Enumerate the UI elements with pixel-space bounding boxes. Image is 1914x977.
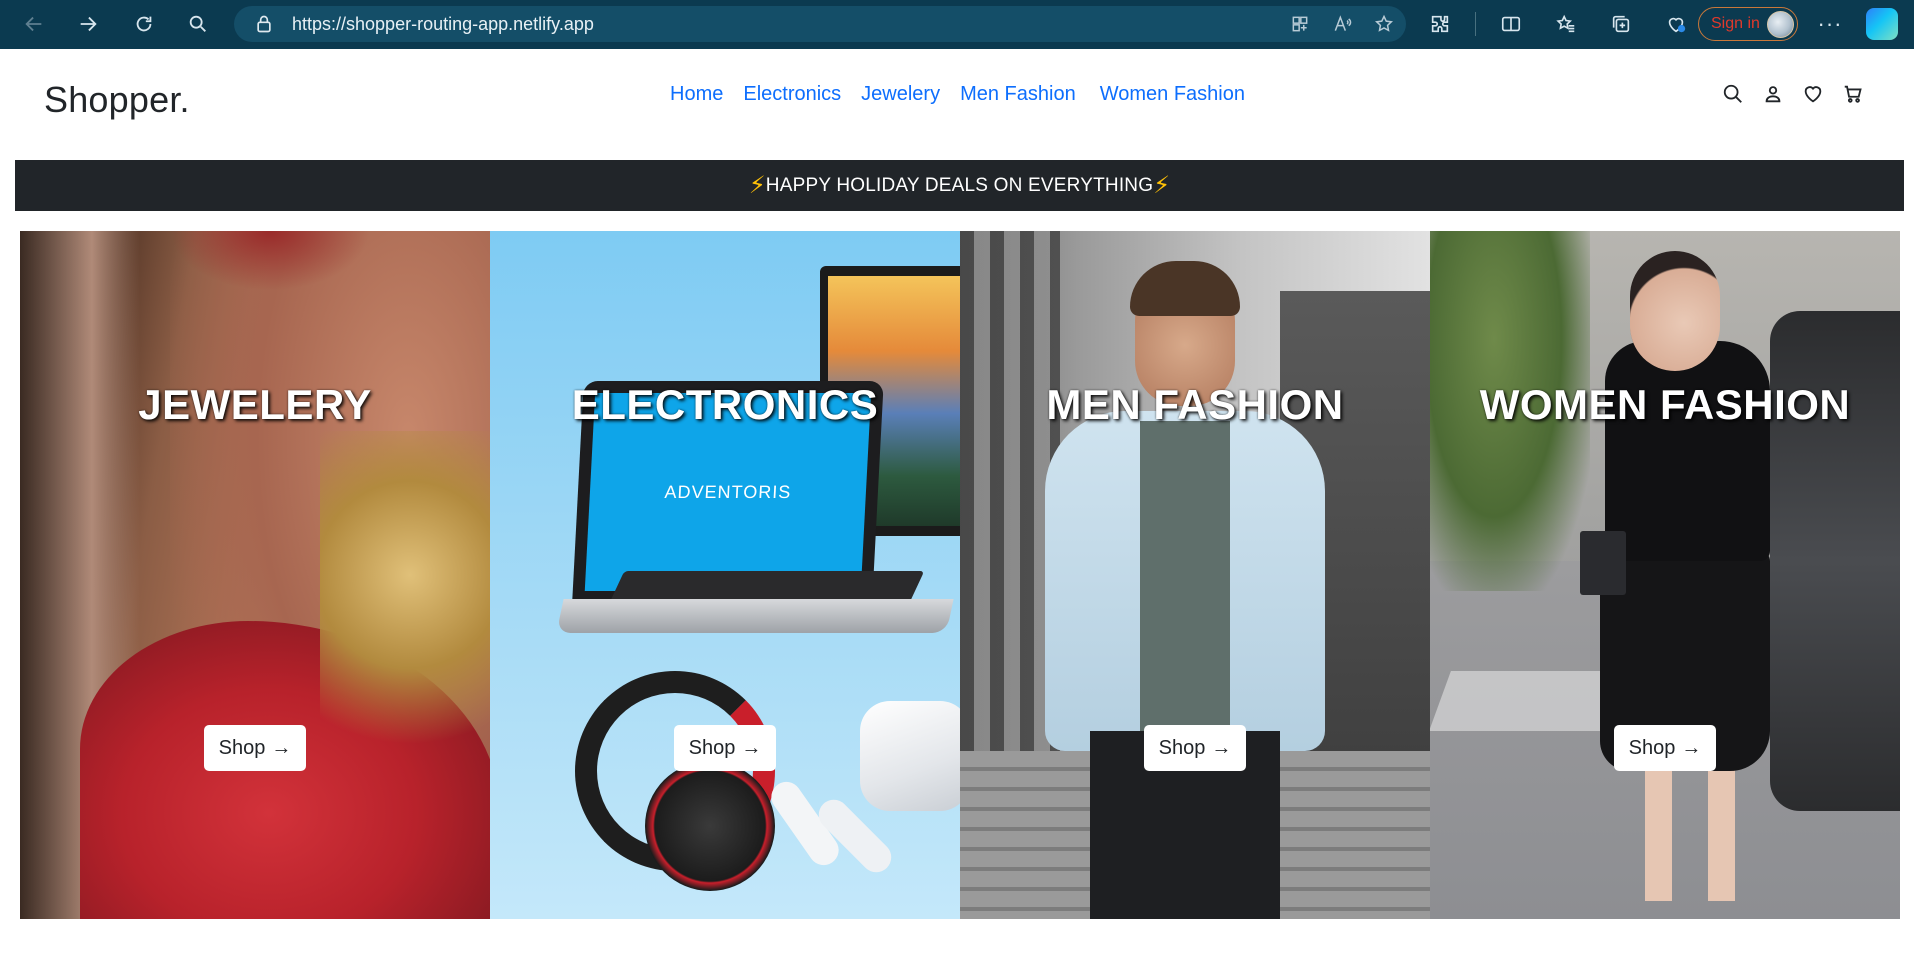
avatar [1767, 11, 1794, 38]
shop-label: Shop [688, 736, 736, 759]
user-icon[interactable] [1760, 81, 1786, 107]
category-card-jewelery[interactable]: JEWELERY Shop → [20, 231, 490, 919]
category-title: WOMEN FASHION [1479, 381, 1851, 428]
shop-button[interactable]: Shop → [204, 725, 306, 771]
laptop-brand-text: ADVENTORIS [664, 481, 792, 502]
arrow-right-icon: → [1681, 736, 1702, 759]
toolbar-divider [1475, 12, 1476, 36]
sign-in-label: Sign in [1711, 15, 1760, 32]
arrow-right-icon: → [271, 736, 292, 759]
cart-icon[interactable] [1840, 81, 1866, 107]
card-background [860, 701, 960, 811]
back-icon[interactable] [14, 4, 54, 44]
arrow-right-icon: → [741, 736, 762, 759]
copilot-icon[interactable] [1866, 8, 1898, 40]
shop-button[interactable]: Shop → [674, 725, 776, 771]
card-background [170, 231, 370, 291]
card-background [320, 431, 490, 791]
promo-banner: ⚡ HAPPY HOLIDAY DEALS ON EVERYTHING ⚡ [15, 160, 1904, 211]
site-header: Shopper. Home Electronics Jewelery Men F… [0, 49, 1914, 160]
category-card-women-fashion[interactable]: WOMEN FASHION Shop → [1430, 231, 1900, 919]
category-card-men-fashion[interactable]: MEN FASHION Shop → [960, 231, 1430, 919]
category-card-electronics[interactable]: ADVENTORIS ELECTRONICS Shop → [490, 231, 960, 919]
nav-link-electronics[interactable]: Electronics [743, 83, 841, 106]
nav-link-jewelery[interactable]: Jewelery [861, 83, 940, 106]
site-logo[interactable]: Shopper. [44, 79, 190, 121]
card-background [1605, 341, 1770, 561]
shop-label: Shop [1628, 736, 1676, 759]
refresh-icon[interactable] [124, 4, 164, 44]
card-background [1645, 761, 1735, 901]
shop-button[interactable]: Shop → [1614, 725, 1716, 771]
card-background [1140, 421, 1230, 741]
browser-toolbar: https://shopper-routing-app.netlify.app … [0, 0, 1914, 49]
favorites-icon[interactable] [1546, 4, 1586, 44]
heart-icon[interactable] [1800, 81, 1826, 107]
browser-essentials-icon[interactable] [1656, 4, 1696, 44]
collections-icon[interactable] [1601, 4, 1641, 44]
card-background [645, 761, 775, 891]
url-text[interactable]: https://shopper-routing-app.netlify.app [292, 14, 594, 35]
nav-link-home[interactable]: Home [670, 83, 723, 106]
category-title: ELECTRONICS [571, 381, 879, 428]
card-background [556, 599, 954, 633]
lightning-icon: ⚡ [748, 172, 766, 199]
more-options-icon[interactable]: ··· [1810, 4, 1850, 44]
promo-text: HAPPY HOLIDAY DEALS ON EVERYTHING [765, 174, 1154, 196]
category-title: MEN FASHION [1046, 381, 1344, 428]
nav-link-men-fashion[interactable]: Men Fashion [960, 83, 1076, 106]
main-nav: Home Electronics Jewelery Men Fashion Wo… [670, 83, 1265, 106]
app-available-icon[interactable] [1288, 12, 1312, 36]
sign-in-button[interactable]: Sign in [1698, 7, 1798, 41]
favorite-star-icon[interactable] [1372, 12, 1396, 36]
arrow-right-icon: → [1211, 736, 1232, 759]
lock-icon[interactable] [254, 14, 274, 34]
shop-button[interactable]: Shop → [1144, 725, 1246, 771]
shop-label: Shop [1158, 736, 1206, 759]
search-icon[interactable] [1720, 81, 1746, 107]
read-aloud-icon[interactable] [1330, 12, 1354, 36]
nav-link-women-fashion[interactable]: Women Fashion [1100, 83, 1245, 106]
card-background [1130, 261, 1240, 316]
card-background [1630, 251, 1720, 371]
card-background [1580, 531, 1626, 595]
lightning-icon: ⚡ [1153, 172, 1171, 199]
address-bar[interactable]: https://shopper-routing-app.netlify.app [234, 6, 1406, 42]
split-screen-icon[interactable] [1491, 4, 1531, 44]
extensions-icon[interactable] [1420, 4, 1460, 44]
category-title: JEWELERY [138, 381, 372, 428]
shop-label: Shop [218, 736, 266, 759]
forward-icon[interactable] [68, 4, 108, 44]
category-grid: JEWELERY Shop → ADVENTORIS ELECTRONICS Sh… [20, 231, 1900, 919]
search-icon[interactable] [178, 4, 218, 44]
